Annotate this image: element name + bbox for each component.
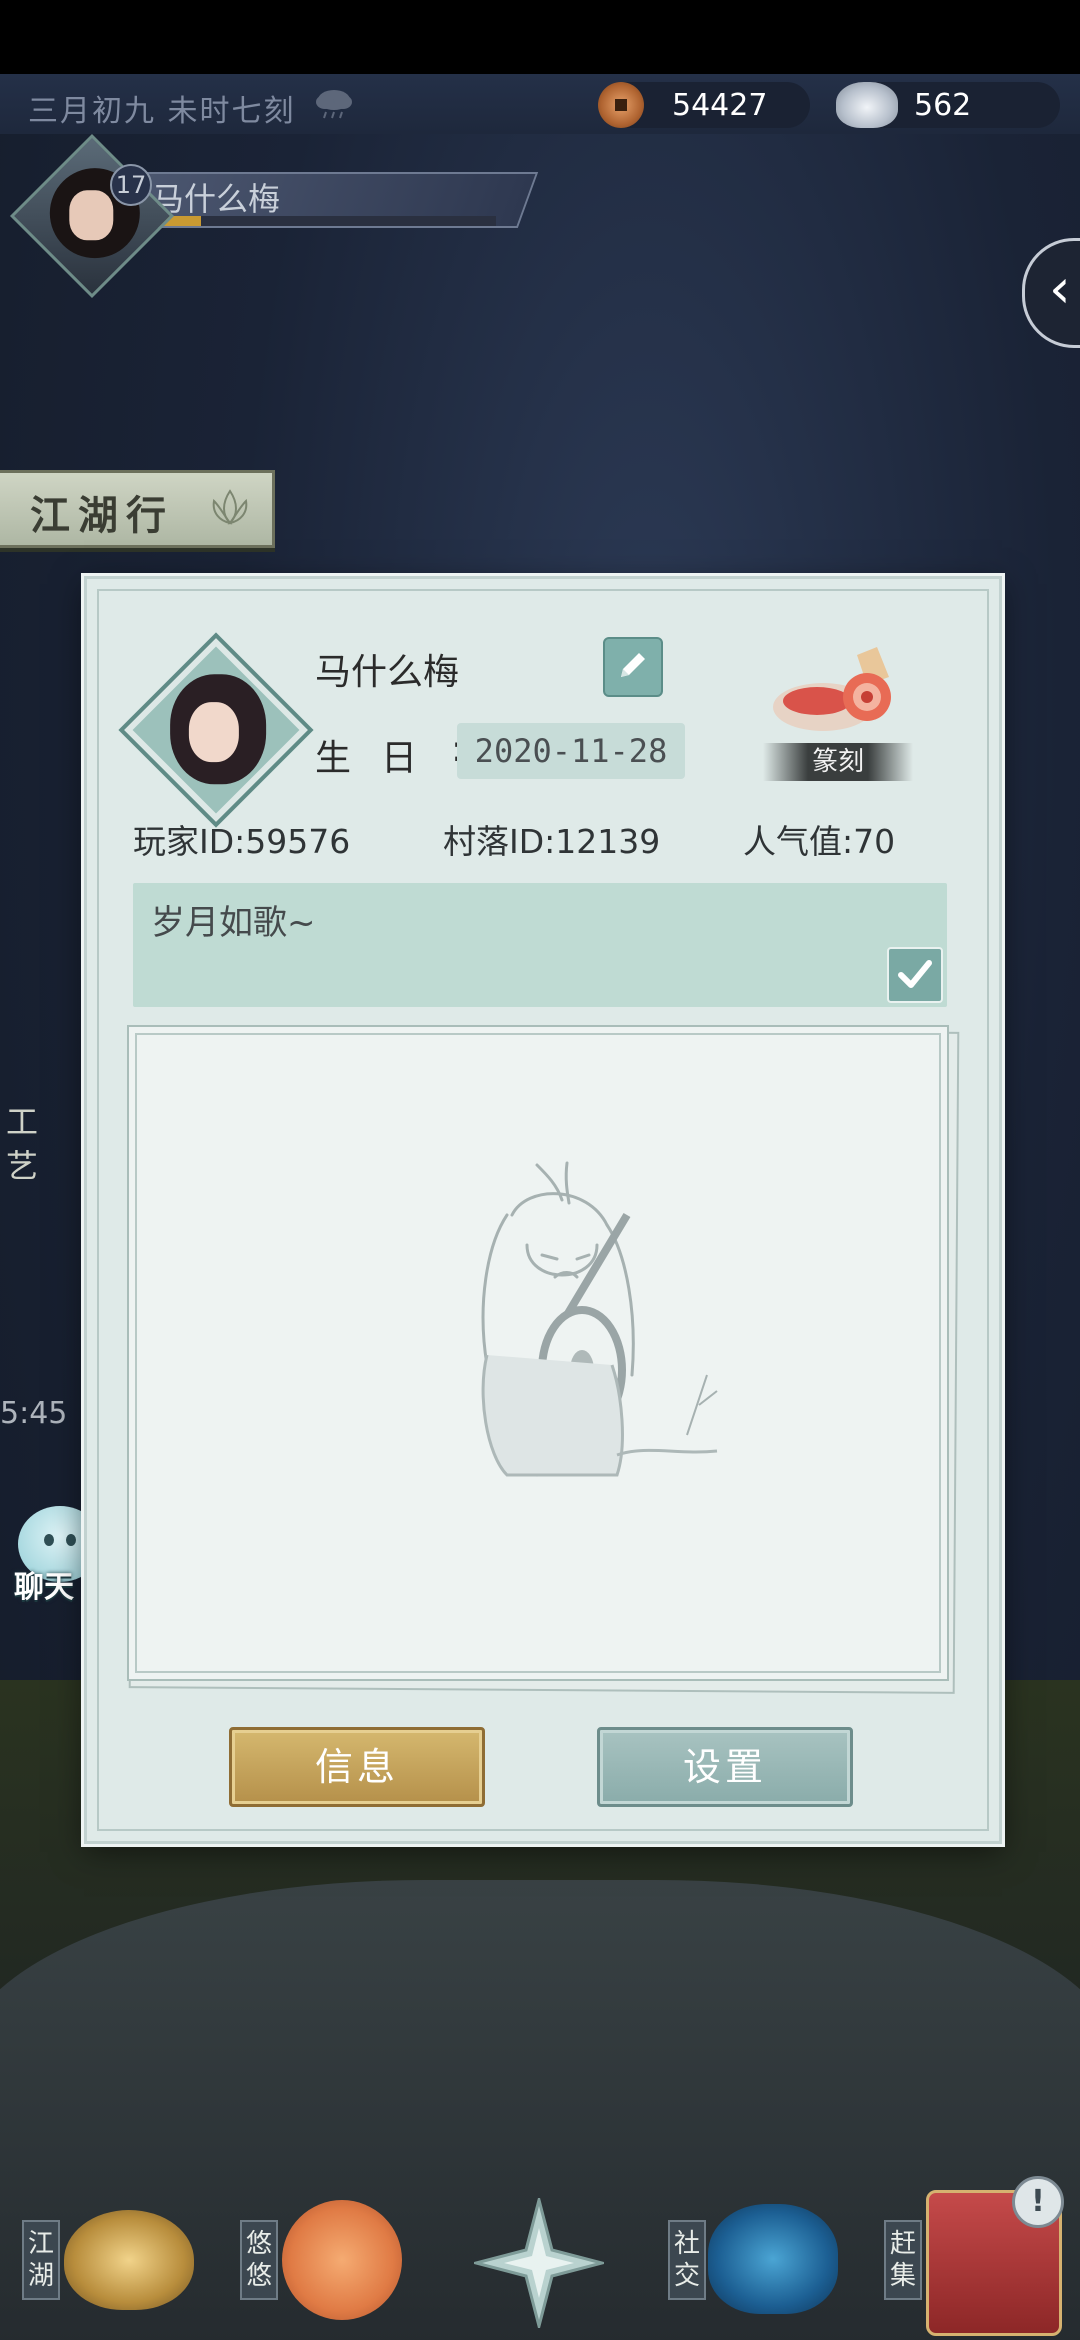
player-level-badge: 17 [110,164,152,206]
nav-market-label: 赶集 [884,2220,922,2300]
jianghu-banner-label: 江湖行 [30,492,174,539]
player-name: 马什么梅 [315,652,460,693]
silver-ingot-counter[interactable]: 562 [836,82,1060,128]
silver-ingot-value: 562 [914,88,972,123]
avatar[interactable] [9,133,175,299]
player-id: 玩家ID:59576 [133,822,351,861]
rain-cloud-icon [316,90,352,119]
game-time-text: 三月初九 未时七刻 [28,94,296,129]
copper-coin-counter[interactable]: 54427 [598,82,810,128]
nav-jianghu-button[interactable]: 江湖 [20,2180,200,2340]
nav-social-label: 社交 [668,2220,706,2300]
nav-youyou-button[interactable]: 悠悠 [236,2180,416,2340]
top-bar: 三月初九 未时七刻 54427 562 [0,74,1080,134]
status-bar [0,0,1080,74]
avatar-face [69,190,114,241]
confirm-motto-button[interactable] [887,947,943,1003]
copper-coin-icon [598,82,644,128]
nav-social-button[interactable]: 社交 [664,2180,854,2340]
notification-badge[interactable]: ! [1012,2176,1064,2228]
motto-text: 岁月如歌~ [151,903,316,943]
seal-carving-icon [773,647,891,731]
straw-hat-icon [64,2210,194,2310]
player-stats-row: 玩家ID:59576 村落ID:12139 人气值:70 [133,815,953,861]
edit-name-button[interactable] [603,637,663,697]
nav-center-button[interactable] [474,2180,604,2340]
seal-carving-label: 篆刻 [763,743,913,781]
lotus-icon [212,489,248,525]
motto-field[interactable]: 岁月如歌~ [133,883,947,1007]
nav-youyou-label: 悠悠 [240,2220,278,2300]
portrait-face [188,702,239,763]
checkmark-icon [898,960,932,988]
chevron-left-icon: ‹ [1049,257,1071,320]
jianghu-banner-button[interactable]: 江湖行 [0,470,275,548]
seal-carving-button[interactable]: 篆刻 [757,639,917,785]
four-point-star-icon [474,2198,604,2328]
settings-tab-button[interactable]: 设置 [597,1727,853,1807]
info-tab-button[interactable]: 信息 [229,1727,485,1807]
chat-label: 聊天 [14,1570,74,1605]
popularity-value: 人气值:70 [743,822,896,861]
wave-icon [708,2204,838,2314]
sad-character-sketch-icon [481,1161,718,1477]
birthday-field[interactable]: 2020-11-28 [457,723,685,779]
player-info-dialog: 马什么梅 生日 : 2020-11-28 篆刻 玩家ID:59576 村落ID:… [84,576,1002,1844]
copper-coin-value: 54427 [672,88,768,123]
silver-ingot-icon [836,82,898,128]
pencil-icon [621,653,645,677]
experience-bar [136,216,496,226]
nav-jianghu-label: 江湖 [22,2220,60,2300]
bottom-navigation: 江湖 悠悠 社交 赶集 [0,2180,1080,2340]
side-time-fragment: 5:45 [0,1396,68,1431]
village-id: 村落ID:12139 [443,822,661,861]
character-album [127,1025,960,1694]
birthday-label: 生日 [315,738,448,779]
crafting-side-label[interactable]: 工艺 [6,1100,46,1188]
player-profile-chip[interactable]: 马什么梅 17 [9,133,539,299]
crane-sun-icon [282,2200,402,2320]
